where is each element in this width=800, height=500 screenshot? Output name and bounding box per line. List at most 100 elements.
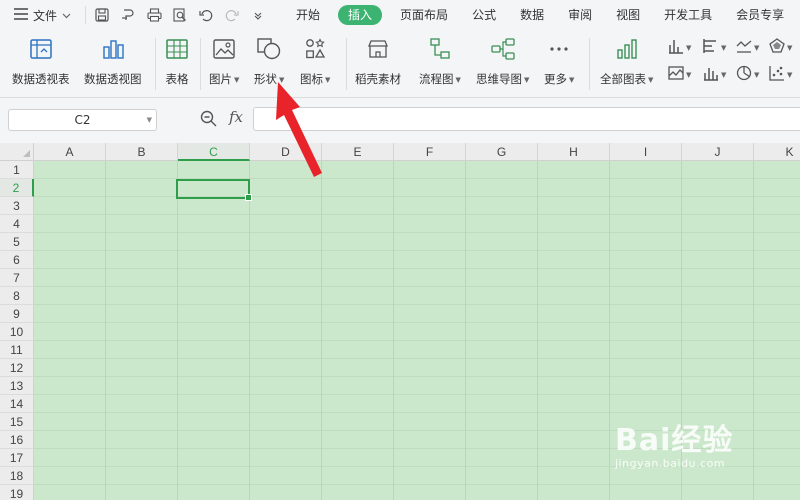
select-all-corner[interactable]	[0, 143, 34, 161]
ribbon-divider	[589, 38, 590, 90]
bar-chart-button[interactable]: ▼	[703, 38, 726, 57]
flowchart-label: 流程图	[419, 72, 454, 86]
flowchart-button[interactable]: 流程图 ▼	[419, 36, 461, 87]
row-header[interactable]: 18	[0, 467, 34, 485]
table-button[interactable]: 表格	[164, 36, 190, 87]
row-header[interactable]: 10	[0, 323, 34, 341]
scatter-chart-button[interactable]: ▼	[769, 65, 792, 84]
formula-input[interactable]	[253, 107, 800, 131]
more-dropdown-icon: ▼	[569, 75, 575, 84]
row-header[interactable]: 19	[0, 485, 34, 500]
row-header[interactable]: 16	[0, 431, 34, 449]
all-charts-label: 全部图表	[600, 72, 646, 86]
column-header[interactable]: A	[34, 143, 106, 161]
customize-toolbar-icon[interactable]	[250, 7, 266, 23]
undo-icon[interactable]	[198, 7, 214, 23]
watermark-brand: Bai经验	[615, 423, 734, 458]
row-header[interactable]: 3	[0, 197, 34, 215]
redo-icon[interactable]	[224, 7, 240, 23]
name-box-dropdown-icon[interactable]: ▼	[147, 110, 152, 130]
column-header[interactable]: G	[466, 143, 538, 161]
ribbon: 数据透视表 数据透视图 表格 图片 ▼ 形状 ▼ 图标 ▼ 稻壳素材 流程图 ▼…	[0, 30, 800, 98]
column-header[interactable]: J	[682, 143, 754, 161]
column-header[interactable]: C	[178, 143, 250, 161]
flowchart-dropdown-icon: ▼	[455, 75, 461, 84]
line-chart-button[interactable]: ▼	[736, 38, 759, 57]
tab-view[interactable]: 视图	[604, 5, 652, 25]
more-icon	[546, 36, 572, 62]
tab-data[interactable]: 数据	[508, 5, 556, 25]
pie-chart-dropdown-icon: ▼	[754, 70, 760, 79]
ribbon-divider	[155, 38, 156, 90]
column-header[interactable]: H	[538, 143, 610, 161]
column-header[interactable]: F	[394, 143, 466, 161]
hamburger-icon	[14, 7, 28, 23]
row-header[interactable]: 9	[0, 305, 34, 323]
column-header[interactable]: E	[322, 143, 394, 161]
row-header[interactable]: 15	[0, 413, 34, 431]
pivot-chart-button[interactable]: 数据透视图	[84, 36, 142, 87]
column-header[interactable]: B	[106, 143, 178, 161]
all-charts-dropdown-icon: ▼	[648, 75, 654, 84]
tab-review[interactable]: 审阅	[556, 5, 604, 25]
tab-insert[interactable]: 插入	[338, 5, 383, 25]
row-header[interactable]: 5	[0, 233, 34, 251]
pie-chart-button[interactable]: ▼	[736, 65, 759, 84]
bar-chart-dropdown-icon: ▼	[721, 43, 727, 52]
row-header[interactable]: 4	[0, 215, 34, 233]
chart-icon	[614, 36, 640, 62]
tab-home[interactable]: 开始	[284, 5, 332, 25]
pivot-table-label: 数据透视表	[12, 72, 70, 86]
active-cell-c2[interactable]	[176, 179, 252, 201]
baidu-jingyan-watermark: Bai经验 jingyan.baidu.com	[615, 415, 733, 470]
function-icon[interactable]: fx	[229, 108, 243, 126]
column-header[interactable]: I	[610, 143, 682, 161]
stock-chart-dropdown-icon: ▼	[721, 70, 727, 79]
radar-chart-button[interactable]: ▼	[769, 38, 792, 57]
print-icon[interactable]	[146, 7, 162, 23]
output-icon[interactable]	[120, 7, 136, 23]
row-header[interactable]: 7	[0, 269, 34, 287]
row-header[interactable]: 1	[0, 161, 34, 179]
tab-developer[interactable]: 开发工具	[652, 5, 724, 25]
radar-chart-icon	[769, 38, 785, 57]
all-charts-button[interactable]: 全部图表 ▼	[600, 36, 653, 87]
column-chart-button[interactable]: ▼	[668, 38, 691, 57]
row-header[interactable]: 14	[0, 395, 34, 413]
line-chart-icon	[736, 38, 752, 57]
stock-chart-icon	[703, 65, 719, 84]
row-header[interactable]: 12	[0, 359, 34, 377]
tab-member[interactable]: 会员专享	[724, 5, 796, 25]
row-header[interactable]: 17	[0, 449, 34, 467]
column-chart-icon	[668, 38, 684, 57]
area-chart-button[interactable]: ▼	[668, 65, 691, 84]
picture-button[interactable]: 图片 ▼	[209, 36, 239, 87]
ribbon-divider	[200, 38, 201, 90]
column-header[interactable]: K	[754, 143, 800, 161]
zoom-icon[interactable]	[200, 110, 217, 130]
name-box[interactable]: C2 ▼	[8, 109, 157, 131]
more-button[interactable]: 更多 ▼	[544, 36, 574, 87]
print-preview-icon[interactable]	[172, 7, 188, 23]
save-icon[interactable]	[94, 7, 110, 23]
more-label: 更多	[544, 72, 567, 86]
stock-chart-button[interactable]: ▼	[703, 65, 726, 84]
docer-material-button[interactable]: 稻壳素材	[355, 36, 401, 87]
tab-page-layout[interactable]: 页面布局	[388, 5, 460, 25]
pivot-table-icon	[28, 36, 54, 62]
picture-icon	[211, 36, 237, 62]
row-header[interactable]: 6	[0, 251, 34, 269]
scatter-chart-dropdown-icon: ▼	[787, 70, 793, 79]
mindmap-button[interactable]: 思维导图 ▼	[476, 36, 529, 87]
row-header[interactable]: 11	[0, 341, 34, 359]
bar-chart-icon	[703, 38, 719, 57]
pivot-table-button[interactable]: 数据透视表	[12, 36, 70, 87]
file-menu[interactable]: 文件	[0, 7, 71, 24]
area-chart-dropdown-icon: ▼	[686, 70, 692, 79]
tab-formulas[interactable]: 公式	[460, 5, 508, 25]
row-header[interactable]: 8	[0, 287, 34, 305]
column-chart-dropdown-icon: ▼	[686, 43, 692, 52]
row-header[interactable]: 13	[0, 377, 34, 395]
radar-chart-dropdown-icon: ▼	[787, 43, 793, 52]
row-header[interactable]: 2	[0, 179, 34, 197]
